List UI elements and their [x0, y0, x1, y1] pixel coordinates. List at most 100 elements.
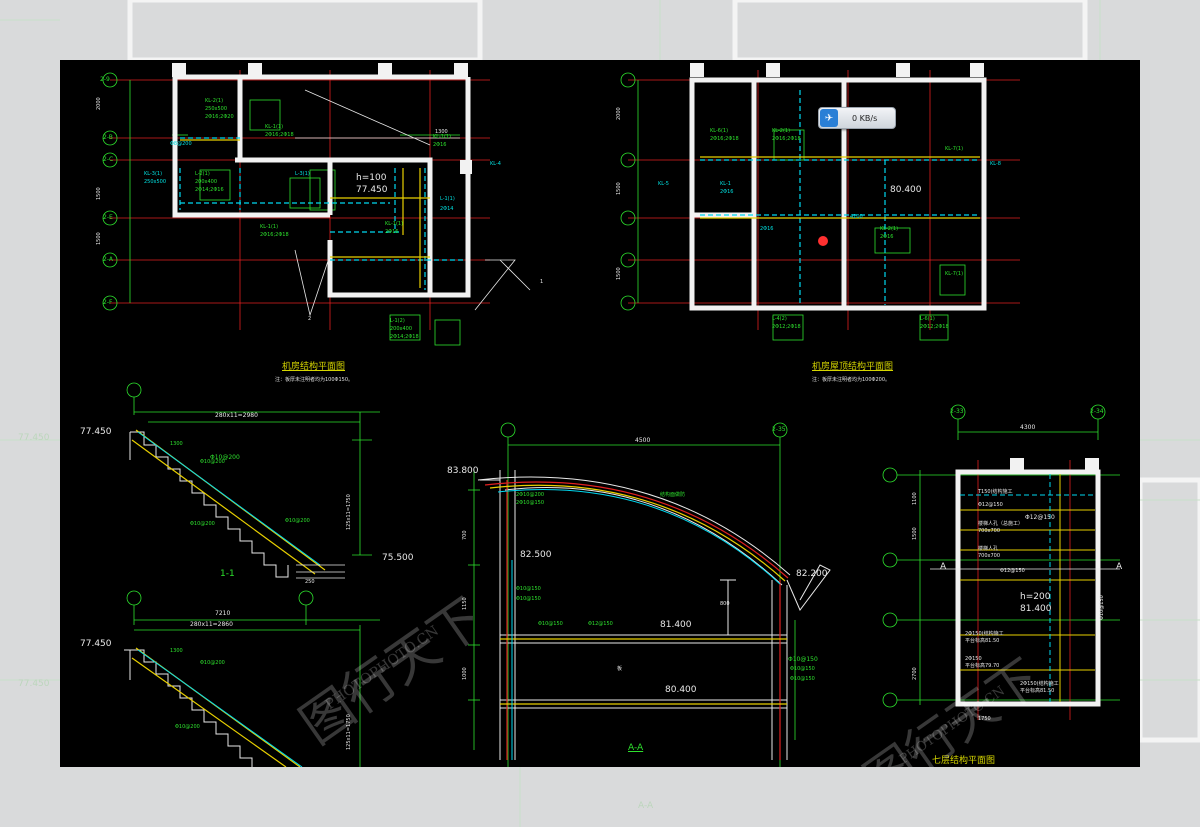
axis-label-2-c: 2-C: [103, 156, 114, 163]
svg-text:77.450: 77.450: [18, 679, 50, 689]
svg-text:200x400: 200x400: [195, 179, 217, 185]
svg-text:77.450: 77.450: [18, 433, 50, 443]
svg-text:1300: 1300: [170, 648, 183, 654]
small-plan-elevation: 81.400: [1020, 604, 1052, 614]
svg-text:Φ10@200: Φ10@200: [175, 724, 200, 730]
roof-elevation: 80.400: [890, 185, 922, 195]
svg-text:KL-1(1): KL-1(1): [265, 124, 283, 130]
svg-text:Φ8@200: Φ8@200: [170, 141, 192, 147]
svg-text:2Φ16: 2Φ16: [760, 226, 773, 232]
network-speed-widget[interactable]: ✈ 0 KB/s: [818, 107, 896, 129]
section-right-elevation: 82.200: [796, 569, 828, 579]
svg-text:Φ10@200: Φ10@200: [200, 660, 225, 666]
svg-text:2000: 2000: [616, 107, 622, 120]
svg-text:700: 700: [462, 530, 468, 540]
stair1-bottom-elevation: 75.500: [382, 553, 414, 563]
svg-text:KL-5: KL-5: [658, 181, 669, 187]
svg-text:KL-1: KL-1: [720, 181, 731, 187]
svg-text:Φ12@150: Φ12@150: [588, 621, 613, 627]
svg-text:A-A: A-A: [638, 801, 654, 811]
stair-dimension-2: 280x11=2860: [190, 621, 233, 628]
svg-text:楼梯人孔（总施工）: 楼梯人孔（总施工）: [978, 520, 1023, 527]
svg-text:Φ10@150: Φ10@150: [516, 596, 541, 602]
svg-text:Φ10@150: Φ10@150: [790, 666, 815, 672]
svg-text:Φ10@200: Φ10@200: [285, 518, 310, 524]
stair-dimension-1: 280x11=2980: [215, 412, 258, 419]
svg-text:700x700: 700x700: [978, 553, 1000, 559]
section-title: A-A: [628, 743, 644, 753]
axis-label-2-e: 2-E: [103, 214, 113, 221]
svg-text:KL-6(1): KL-6(1): [710, 128, 728, 134]
svg-text:Φ12@150: Φ12@150: [978, 502, 1003, 508]
svg-text:1500: 1500: [96, 232, 102, 245]
svg-text:2Φ12;2Φ18: 2Φ12;2Φ18: [772, 324, 801, 330]
svg-text:KL-4: KL-4: [490, 161, 501, 167]
svg-text:2700: 2700: [912, 667, 918, 680]
svg-text:Φ10@200: Φ10@200: [190, 521, 215, 527]
svg-text:1500: 1500: [96, 187, 102, 200]
small-plan-axis-a-left: A: [940, 562, 947, 572]
svg-text:1: 1: [540, 279, 543, 285]
bird-icon: ✈: [820, 109, 838, 127]
svg-text:KL-2(1): KL-2(1): [772, 128, 790, 134]
svg-text:1100: 1100: [912, 492, 918, 505]
axis-label-2-34: 2-34: [1090, 408, 1104, 415]
svg-text:2Φ16: 2Φ16: [385, 229, 398, 235]
svg-text:L-6(1): L-6(1): [920, 316, 935, 322]
svg-text:2Φ16;2Φ18: 2Φ16;2Φ18: [772, 136, 801, 142]
small-plan-dimension: 4300: [1020, 424, 1036, 431]
svg-text:Φ12@150: Φ12@150: [1000, 568, 1025, 574]
axis-label-2-35: 2-35: [772, 426, 786, 433]
svg-text:KL-1(1): KL-1(1): [385, 221, 403, 227]
svg-text:2Φ16;2Φ18: 2Φ16;2Φ18: [260, 232, 289, 238]
svg-text:Φ10@150: Φ10@150: [1099, 595, 1105, 620]
svg-text:KL-2(1): KL-2(1): [205, 98, 223, 104]
svg-text:楼梯人孔: 楼梯人孔: [978, 545, 998, 552]
svg-text:KL-7(1): KL-7(1): [945, 146, 963, 152]
svg-text:L-1(2): L-1(2): [390, 318, 405, 324]
cad-drawing-canvas[interactable]: KL-2(1) 250x500 2Φ16;2Φ20 KL-1(1) 2Φ16;2Φ18…: [60, 60, 1140, 767]
plan-elevation: 77.450: [356, 185, 388, 195]
svg-text:KL-2(1): KL-2(1): [880, 226, 898, 232]
rebar-label-3: Φ12@150: [1025, 514, 1055, 521]
svg-text:平台标高81.50: 平台标高81.50: [965, 637, 999, 644]
svg-text:2Φ150(结构施工: 2Φ150(结构施工: [965, 630, 1004, 637]
rebar-label-1: Φ10@200: [210, 454, 240, 461]
plan-slab-thickness: h=100: [356, 173, 387, 183]
svg-text:2Φ16;2Φ18: 2Φ16;2Φ18: [710, 136, 739, 142]
svg-text:2Φ16;2Φ18: 2Φ16;2Φ18: [265, 132, 294, 138]
svg-text:Φ10@150: Φ10@150: [790, 676, 815, 682]
axis-label-2-33: 2-33: [950, 408, 964, 415]
stair1-top-elevation: 77.450: [80, 427, 112, 437]
svg-text:1000: 1000: [462, 667, 468, 680]
axis-label-2-f: 2-F: [103, 299, 113, 306]
stair-dimension-3: 7210: [215, 610, 231, 617]
svg-text:1300: 1300: [435, 129, 448, 135]
svg-text:2Φ14;2Φ16: 2Φ14;2Φ16: [195, 187, 224, 193]
section-base-elevation: 80.400: [665, 685, 697, 695]
plan-title: 机房结构平面图: [282, 362, 346, 372]
svg-text:2Φ14;2Φ18: 2Φ14;2Φ18: [390, 334, 419, 340]
svg-text:KL-3(1): KL-3(1): [144, 171, 162, 177]
svg-text:KL-8: KL-8: [990, 161, 1001, 167]
svg-text:Φ10@150: Φ10@150: [538, 621, 563, 627]
roof-note: 注：板厚未注明者均为100Φ200。: [812, 377, 891, 383]
section-floor-elevation: 81.400: [660, 620, 692, 630]
svg-text:1500: 1500: [912, 527, 918, 540]
plan-note: 注：板厚未注明者均为100Φ150。: [275, 377, 354, 383]
rebar-label-2: Φ10@150: [788, 656, 818, 663]
svg-text:KL-1(1): KL-1(1): [260, 224, 278, 230]
svg-text:L-3(1): L-3(1): [295, 171, 310, 177]
svg-text:700x700: 700x700: [978, 528, 1000, 534]
svg-text:T150(结构施工: T150(结构施工: [977, 488, 1013, 495]
svg-text:2Φ10@200: 2Φ10@200: [516, 492, 544, 498]
axis-label-2-a: 2-A: [103, 256, 113, 263]
svg-text:1500: 1500: [616, 182, 622, 195]
svg-text:Φ10@150: Φ10@150: [516, 586, 541, 592]
svg-text:4100: 4100: [850, 214, 863, 220]
svg-text:2Φ16;2Φ20: 2Φ16;2Φ20: [205, 114, 234, 120]
svg-text:L-4(2): L-4(2): [772, 316, 787, 322]
svg-text:L-2(1): L-2(1): [195, 171, 210, 177]
svg-text:2000: 2000: [96, 97, 102, 110]
svg-text:1300: 1300: [170, 441, 183, 447]
